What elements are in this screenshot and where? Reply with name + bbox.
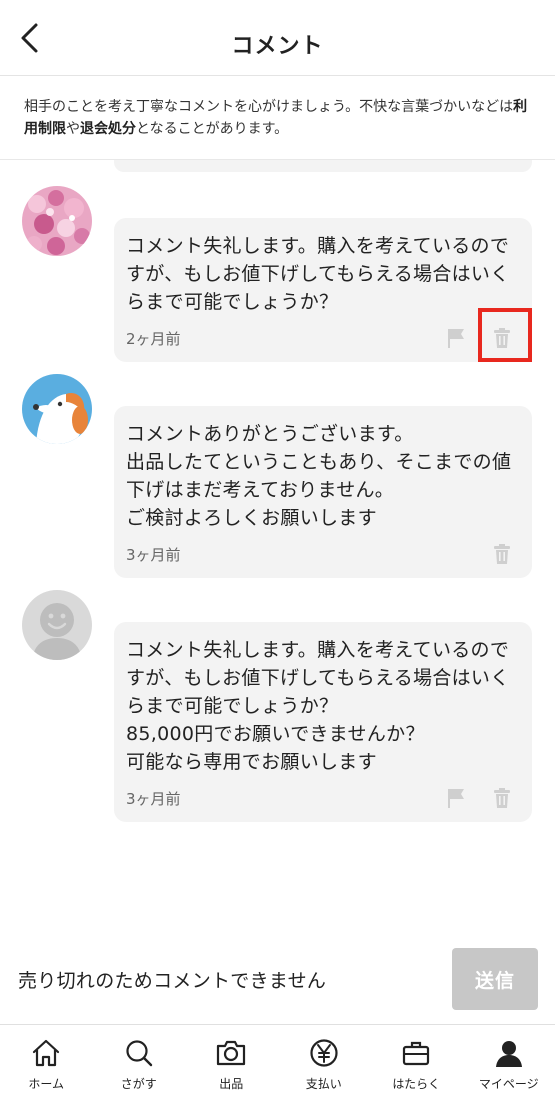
tab-work[interactable]: はたらく [370, 1025, 463, 1104]
bottom-tab-bar: ホーム さがす 出品 支払い はたらく マイページ [0, 1024, 555, 1104]
tab-sell[interactable]: 出品 [185, 1025, 278, 1104]
notice-account-removal: 退会処分 [80, 121, 136, 137]
notice-text: 相手のことを考え丁寧なコメントを心がけましょう。不快な言葉づかいなどは [24, 99, 514, 115]
report-flag-icon[interactable] [444, 786, 468, 810]
comment-bubble: コメント失礼します。購入を考えているのですが、もしお値下げしてもらえる場合はいく… [114, 622, 532, 822]
tab-home[interactable]: ホーム [0, 1025, 93, 1104]
tab-label: はたらく [392, 1077, 441, 1091]
comment-text: コメント失礼します。購入を考えているのですが、もしお値下げしてもらえる場合はいく… [126, 235, 510, 313]
tab-mypage[interactable]: マイページ [463, 1025, 555, 1104]
notice-text: や [66, 121, 80, 137]
notice-text: となることがあります。 [136, 121, 289, 137]
tab-payment[interactable]: 支払い [278, 1025, 371, 1104]
comment-text: コメントありがとうございます。 出品したてということもあり、そこまでの値下げはま… [126, 423, 512, 529]
briefcase-icon [400, 1037, 432, 1069]
comment-bubble: コメントありがとうございます。 出品したてということもあり、そこまでの値下げはま… [114, 406, 532, 578]
default-user-avatar[interactable] [22, 590, 92, 660]
person-icon [493, 1037, 525, 1069]
comment-text: コメント失礼します。購入を考えているのですが、もしお値下げしてもらえる場合はいく… [126, 639, 510, 773]
comment-bubble: コメント失礼します。購入を考えているのですが、もしお値下げしてもらえる場合はいく… [114, 218, 532, 362]
page-title: コメント [231, 34, 324, 59]
dog-avatar[interactable] [22, 374, 92, 444]
tab-label: さがす [120, 1077, 157, 1091]
search-icon [123, 1037, 155, 1069]
cherry-blossom-avatar[interactable] [22, 186, 92, 256]
send-button[interactable]: 送信 [452, 948, 538, 1010]
tab-label: マイページ [478, 1077, 539, 1091]
tab-search[interactable]: さがす [93, 1025, 186, 1104]
camera-icon [215, 1037, 247, 1069]
delete-trash-icon[interactable] [490, 786, 514, 810]
tab-label: 出品 [219, 1077, 244, 1091]
comments-closed-message: 売り切れのためコメントできません [18, 970, 327, 992]
comment-input-bar: 売り切れのためコメントできません 送信 [0, 940, 555, 1024]
yen-icon [308, 1037, 340, 1069]
report-flag-icon[interactable] [444, 326, 468, 350]
tab-label: ホーム [28, 1077, 65, 1091]
tab-label: 支払い [305, 1077, 342, 1091]
comment-timestamp: 3ヶ月前 [126, 790, 181, 808]
previous-comment-bubble [114, 160, 532, 172]
comment-timestamp: 3ヶ月前 [126, 546, 181, 564]
home-icon [30, 1037, 62, 1069]
comment-timestamp: 2ヶ月前 [126, 330, 181, 348]
comment-list[interactable]: コメント失礼します。購入を考えているのですが、もしお値下げしてもらえる場合はいく… [0, 160, 555, 940]
delete-trash-icon[interactable] [490, 542, 514, 566]
delete-button-highlight [478, 308, 532, 362]
comment-guideline-notice: 相手のことを考え丁寧なコメントを心がけましょう。不快な言葉づかいなどは利用制限や… [0, 76, 555, 160]
app-header: コメント [0, 0, 555, 76]
